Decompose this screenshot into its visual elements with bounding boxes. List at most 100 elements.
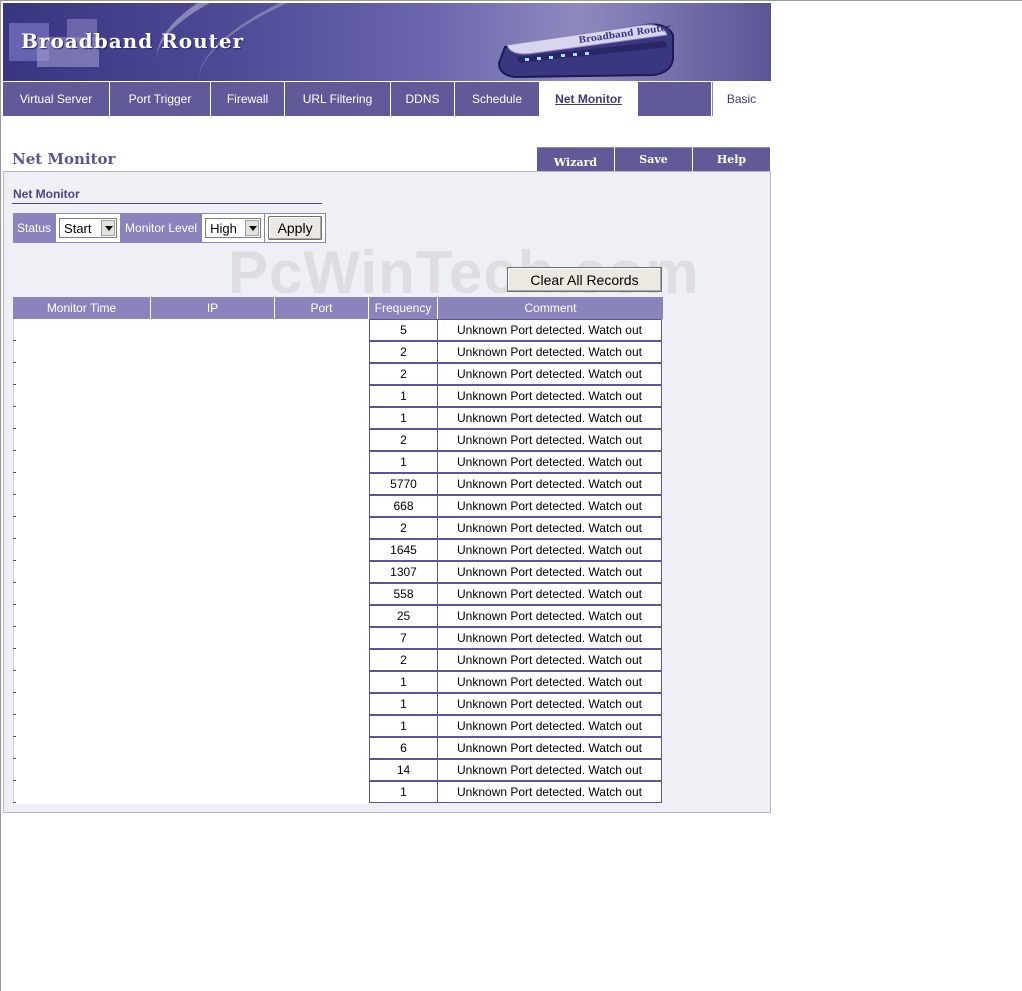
table-row: 5 Unknown Port detected. Watch out xyxy=(369,319,663,342)
comment-cell: Unknown Port detected. Watch out xyxy=(437,341,662,363)
banner-title: Broadband Router xyxy=(21,29,245,53)
wizard-button[interactable]: Wizard xyxy=(537,147,614,171)
help-button[interactable]: Help xyxy=(693,147,770,171)
frequency-cell: 2 xyxy=(369,429,438,451)
comment-cell: Unknown Port detected. Watch out xyxy=(437,539,662,561)
comment-cell: Unknown Port detected. Watch out xyxy=(437,319,662,341)
table-row: 14 Unknown Port detected. Watch out xyxy=(369,759,663,782)
comment-cell: Unknown Port detected. Watch out xyxy=(437,583,662,605)
table-row: 668 Unknown Port detected. Watch out xyxy=(369,495,663,518)
frequency-cell: 1 xyxy=(369,781,438,803)
comment-cell: Unknown Port detected. Watch out xyxy=(437,385,662,407)
frequency-cell: 7 xyxy=(369,627,438,649)
frequency-cell: 5 xyxy=(369,319,438,341)
row-separator xyxy=(13,604,16,605)
comment-cell: Unknown Port detected. Watch out xyxy=(437,473,662,495)
monitor-level-select[interactable]: High xyxy=(205,218,262,238)
col-port: Port xyxy=(275,297,369,319)
window-left-border xyxy=(0,0,1,991)
comment-cell: Unknown Port detected. Watch out xyxy=(437,407,662,429)
clear-all-records-button[interactable]: Clear All Records xyxy=(507,267,662,292)
row-separator xyxy=(13,340,16,341)
row-separator xyxy=(13,560,16,561)
table-header: Monitor Time IP Port Frequency Comment xyxy=(13,297,663,319)
comment-cell: Unknown Port detected. Watch out xyxy=(437,671,662,693)
frequency-cell: 1 xyxy=(369,451,438,473)
frequency-cell: 1307 xyxy=(369,561,438,583)
frequency-cell: 558 xyxy=(369,583,438,605)
table-row: 1 Unknown Port detected. Watch out xyxy=(369,451,663,474)
chevron-down-icon[interactable] xyxy=(245,220,260,236)
comment-cell: Unknown Port detected. Watch out xyxy=(437,363,662,385)
monitor-level-label: Monitor Level xyxy=(121,213,202,243)
table-row: 5770 Unknown Port detected. Watch out xyxy=(369,473,663,496)
table-row: 1645 Unknown Port detected. Watch out xyxy=(369,539,663,562)
comment-cell: Unknown Port detected. Watch out xyxy=(437,561,662,583)
col-monitor-time: Monitor Time xyxy=(13,297,151,319)
table-row: 2 Unknown Port detected. Watch out xyxy=(369,517,663,540)
comment-cell: Unknown Port detected. Watch out xyxy=(437,781,662,803)
row-separator xyxy=(13,714,16,715)
action-buttons: Wizard Save Help xyxy=(537,147,771,171)
table-row: 7 Unknown Port detected. Watch out xyxy=(369,627,663,650)
col-ip: IP xyxy=(151,297,275,319)
row-separator xyxy=(13,472,16,473)
table-row: 1 Unknown Port detected. Watch out xyxy=(369,781,663,804)
frequency-cell: 6 xyxy=(369,737,438,759)
frequency-cell: 668 xyxy=(369,495,438,517)
comment-cell: Unknown Port detected. Watch out xyxy=(437,517,662,539)
comment-cell: Unknown Port detected. Watch out xyxy=(437,627,662,649)
row-separator xyxy=(13,736,16,737)
monitor-level-value: High xyxy=(210,220,237,236)
row-separator xyxy=(13,538,16,539)
comment-cell: Unknown Port detected. Watch out xyxy=(437,759,662,781)
tab-firewall[interactable]: Firewall xyxy=(211,82,285,116)
table-row: 1 Unknown Port detected. Watch out xyxy=(369,407,663,430)
table-row: 2 Unknown Port detected. Watch out xyxy=(369,429,663,452)
comment-cell: Unknown Port detected. Watch out xyxy=(437,693,662,715)
table-row: 6 Unknown Port detected. Watch out xyxy=(369,737,663,760)
row-separator xyxy=(13,692,16,693)
tab-url-filtering[interactable]: URL Filtering xyxy=(285,82,391,116)
comment-cell: Unknown Port detected. Watch out xyxy=(437,715,662,737)
frequency-cell: 1 xyxy=(369,715,438,737)
window-top-border xyxy=(0,0,1022,1)
frequency-cell: 1 xyxy=(369,385,438,407)
table-row: 1 Unknown Port detected. Watch out xyxy=(369,693,663,716)
comment-cell: Unknown Port detected. Watch out xyxy=(437,429,662,451)
tab-net-monitor[interactable]: Net Monitor xyxy=(540,82,638,116)
section-title: Net Monitor xyxy=(13,187,80,201)
table-row: 1 Unknown Port detected. Watch out xyxy=(369,671,663,694)
col-frequency: Frequency xyxy=(369,297,438,319)
frequency-cell: 1 xyxy=(369,671,438,693)
apply-cell: Apply xyxy=(265,213,327,243)
comment-cell: Unknown Port detected. Watch out xyxy=(437,451,662,473)
status-label: Status xyxy=(13,213,56,243)
tab-basic[interactable]: Basic xyxy=(712,82,771,116)
tab-port-trigger[interactable]: Port Trigger xyxy=(110,82,211,116)
status-value: Start xyxy=(64,220,92,236)
frequency-cell: 14 xyxy=(369,759,438,781)
row-separator xyxy=(13,362,16,363)
frequency-cell: 1 xyxy=(369,693,438,715)
status-select[interactable]: Start xyxy=(59,218,118,238)
tab-virtual-server[interactable]: Virtual Server xyxy=(3,82,110,116)
frequency-cell: 5770 xyxy=(369,473,438,495)
comment-cell: Unknown Port detected. Watch out xyxy=(437,737,662,759)
tab-schedule[interactable]: Schedule xyxy=(455,82,540,116)
row-separator xyxy=(13,516,16,517)
table-row: 1 Unknown Port detected. Watch out xyxy=(369,385,663,408)
row-separator xyxy=(13,758,16,759)
page-title: Net Monitor xyxy=(12,150,116,168)
monitor-level-cell: High xyxy=(201,213,266,243)
frequency-cell: 1 xyxy=(369,407,438,429)
save-button[interactable]: Save xyxy=(615,147,692,171)
apply-button[interactable]: Apply xyxy=(268,216,323,240)
table-body: 5 Unknown Port detected. Watch out 2 Unknow… xyxy=(369,319,663,804)
row-separator xyxy=(13,648,16,649)
chevron-down-icon[interactable] xyxy=(101,220,116,236)
tab-ddns[interactable]: DDNS xyxy=(391,82,455,116)
row-separator xyxy=(13,450,16,451)
frequency-cell: 1645 xyxy=(369,539,438,561)
table-row: 558 Unknown Port detected. Watch out xyxy=(369,583,663,606)
